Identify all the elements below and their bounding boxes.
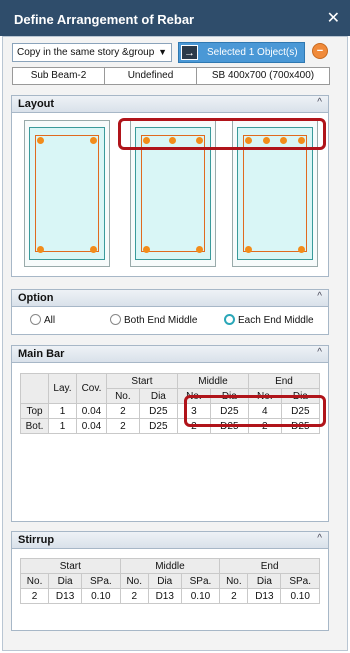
stirrup-outline bbox=[243, 135, 307, 252]
table-row: 2 D13 0.10 2 D13 0.10 2 D13 0.10 bbox=[19, 588, 320, 604]
group-header: Start bbox=[106, 373, 178, 389]
rebar-dot bbox=[196, 246, 203, 253]
cell[interactable]: D25 bbox=[138, 403, 178, 419]
rebar-dot bbox=[37, 246, 44, 253]
col-header: No. bbox=[106, 388, 140, 404]
cell[interactable]: 1 bbox=[48, 403, 77, 419]
rebar-dot bbox=[298, 246, 305, 253]
cell[interactable]: 2 bbox=[219, 588, 249, 604]
collapse-icon[interactable]: ^ bbox=[317, 533, 322, 544]
group-header: Start bbox=[20, 558, 121, 574]
col-header: SPa. bbox=[280, 573, 320, 589]
highlight-box-table bbox=[184, 395, 326, 427]
collapse-icon[interactable]: ^ bbox=[317, 347, 322, 358]
cell[interactable]: 0.10 bbox=[81, 588, 121, 604]
cell[interactable]: 1 bbox=[48, 418, 77, 434]
section-start bbox=[24, 120, 110, 267]
rebar-dot bbox=[90, 137, 97, 144]
radio-each-end-middle[interactable]: Each End Middle bbox=[224, 314, 314, 326]
stirrup-title: Stirrup bbox=[18, 534, 55, 546]
layout-title: Layout bbox=[18, 98, 55, 110]
rebar-dot bbox=[37, 137, 44, 144]
cell[interactable]: 2 bbox=[106, 403, 140, 419]
main-bar-header[interactable]: Main Bar ^ bbox=[12, 346, 328, 363]
remove-icon[interactable]: − bbox=[312, 43, 328, 59]
option-panel: Option ^ All Both End Middle Each End Mi… bbox=[11, 289, 329, 335]
col-header: Lay. bbox=[48, 373, 77, 404]
main-bar-panel: Main Bar ^ Lay. Cov. Start Middle End No… bbox=[11, 345, 329, 522]
radio-both-end-middle[interactable]: Both End Middle bbox=[110, 314, 197, 326]
chevron-down-icon[interactable]: ▼ bbox=[158, 47, 167, 57]
cell[interactable]: D25 bbox=[138, 418, 178, 434]
col-header: SPa. bbox=[81, 573, 121, 589]
col-header: Cov. bbox=[76, 373, 107, 404]
cell[interactable]: 0.10 bbox=[180, 588, 221, 604]
stirrup-panel: Stirrup ^ Start Middle End No. Dia SPa. … bbox=[11, 531, 329, 631]
cell[interactable]: D13 bbox=[247, 588, 282, 604]
col-header: No. bbox=[119, 573, 149, 589]
col-header: No. bbox=[219, 573, 249, 589]
row-label: Bot. bbox=[20, 418, 49, 434]
main-bar-title: Main Bar bbox=[18, 348, 65, 360]
option-header[interactable]: Option ^ bbox=[12, 290, 328, 307]
close-icon[interactable]: ✕ bbox=[327, 8, 340, 28]
option-title: Option bbox=[18, 292, 54, 304]
row-label: Top bbox=[20, 403, 49, 419]
copy-mode-value: Copy in the same story &group bbox=[17, 47, 155, 58]
col-header: Dia bbox=[138, 388, 178, 404]
collapse-icon[interactable]: ^ bbox=[317, 97, 322, 108]
col-header: Dia bbox=[147, 573, 182, 589]
col-header: SPa. bbox=[180, 573, 221, 589]
member-info-bar: Sub Beam-2 Undefined SB 400x700 (700x400… bbox=[12, 67, 330, 85]
rebar-dot bbox=[245, 246, 252, 253]
stirrup-outline bbox=[141, 135, 205, 252]
group-header: Middle bbox=[119, 558, 221, 574]
group-header: End bbox=[219, 558, 320, 574]
blank-header bbox=[20, 373, 49, 404]
selected-objects-button[interactable]: → Selected 1 Object(s) bbox=[178, 42, 305, 63]
col-header: Dia bbox=[48, 573, 83, 589]
group-header: End bbox=[247, 373, 321, 389]
tab-member-status[interactable]: Undefined bbox=[105, 68, 197, 84]
collapse-icon[interactable]: ^ bbox=[317, 291, 322, 302]
group-header: Middle bbox=[176, 373, 249, 389]
option-choices: All Both End Middle Each End Middle bbox=[12, 307, 328, 329]
tab-section[interactable]: SB 400x700 (700x400) bbox=[197, 68, 329, 84]
highlight-box-layout bbox=[118, 118, 326, 150]
radio-circle[interactable] bbox=[30, 314, 41, 325]
radio-label: Each End Middle bbox=[238, 315, 314, 326]
rebar-dot bbox=[90, 246, 97, 253]
col-header: No. bbox=[19, 573, 50, 589]
radio-all[interactable]: All bbox=[30, 314, 55, 326]
cell[interactable]: 0.04 bbox=[76, 403, 107, 419]
title-bar: Define Arrangement of Rebar ✕ bbox=[0, 0, 350, 36]
cell[interactable]: D13 bbox=[147, 588, 182, 604]
stirrup-table: Start Middle End No. Dia SPa. No. Dia SP… bbox=[19, 558, 320, 604]
cell[interactable]: 2 bbox=[119, 588, 149, 604]
radio-circle[interactable] bbox=[110, 314, 121, 325]
radio-label: All bbox=[44, 315, 56, 326]
stirrup-outline bbox=[35, 135, 99, 252]
cell[interactable]: 2 bbox=[106, 418, 140, 434]
cell[interactable]: 2 bbox=[19, 588, 50, 604]
col-header: Dia bbox=[247, 573, 282, 589]
cell[interactable]: 0.04 bbox=[76, 418, 107, 434]
layout-header[interactable]: Layout ^ bbox=[12, 96, 328, 113]
radio-label: Both End Middle bbox=[124, 315, 198, 326]
selected-objects-label: Selected 1 Object(s) bbox=[207, 47, 298, 58]
copy-mode-select[interactable]: Copy in the same story &group ▼ bbox=[12, 43, 172, 62]
cell[interactable]: D13 bbox=[48, 588, 83, 604]
cell[interactable]: 0.10 bbox=[280, 588, 320, 604]
tab-member-name[interactable]: Sub Beam-2 bbox=[13, 68, 105, 84]
stirrup-header[interactable]: Stirrup ^ bbox=[12, 532, 328, 549]
rebar-dot bbox=[143, 246, 150, 253]
radio-circle-selected[interactable] bbox=[224, 314, 235, 325]
arrow-right-icon: → bbox=[181, 45, 198, 60]
window-title: Define Arrangement of Rebar bbox=[14, 12, 195, 27]
